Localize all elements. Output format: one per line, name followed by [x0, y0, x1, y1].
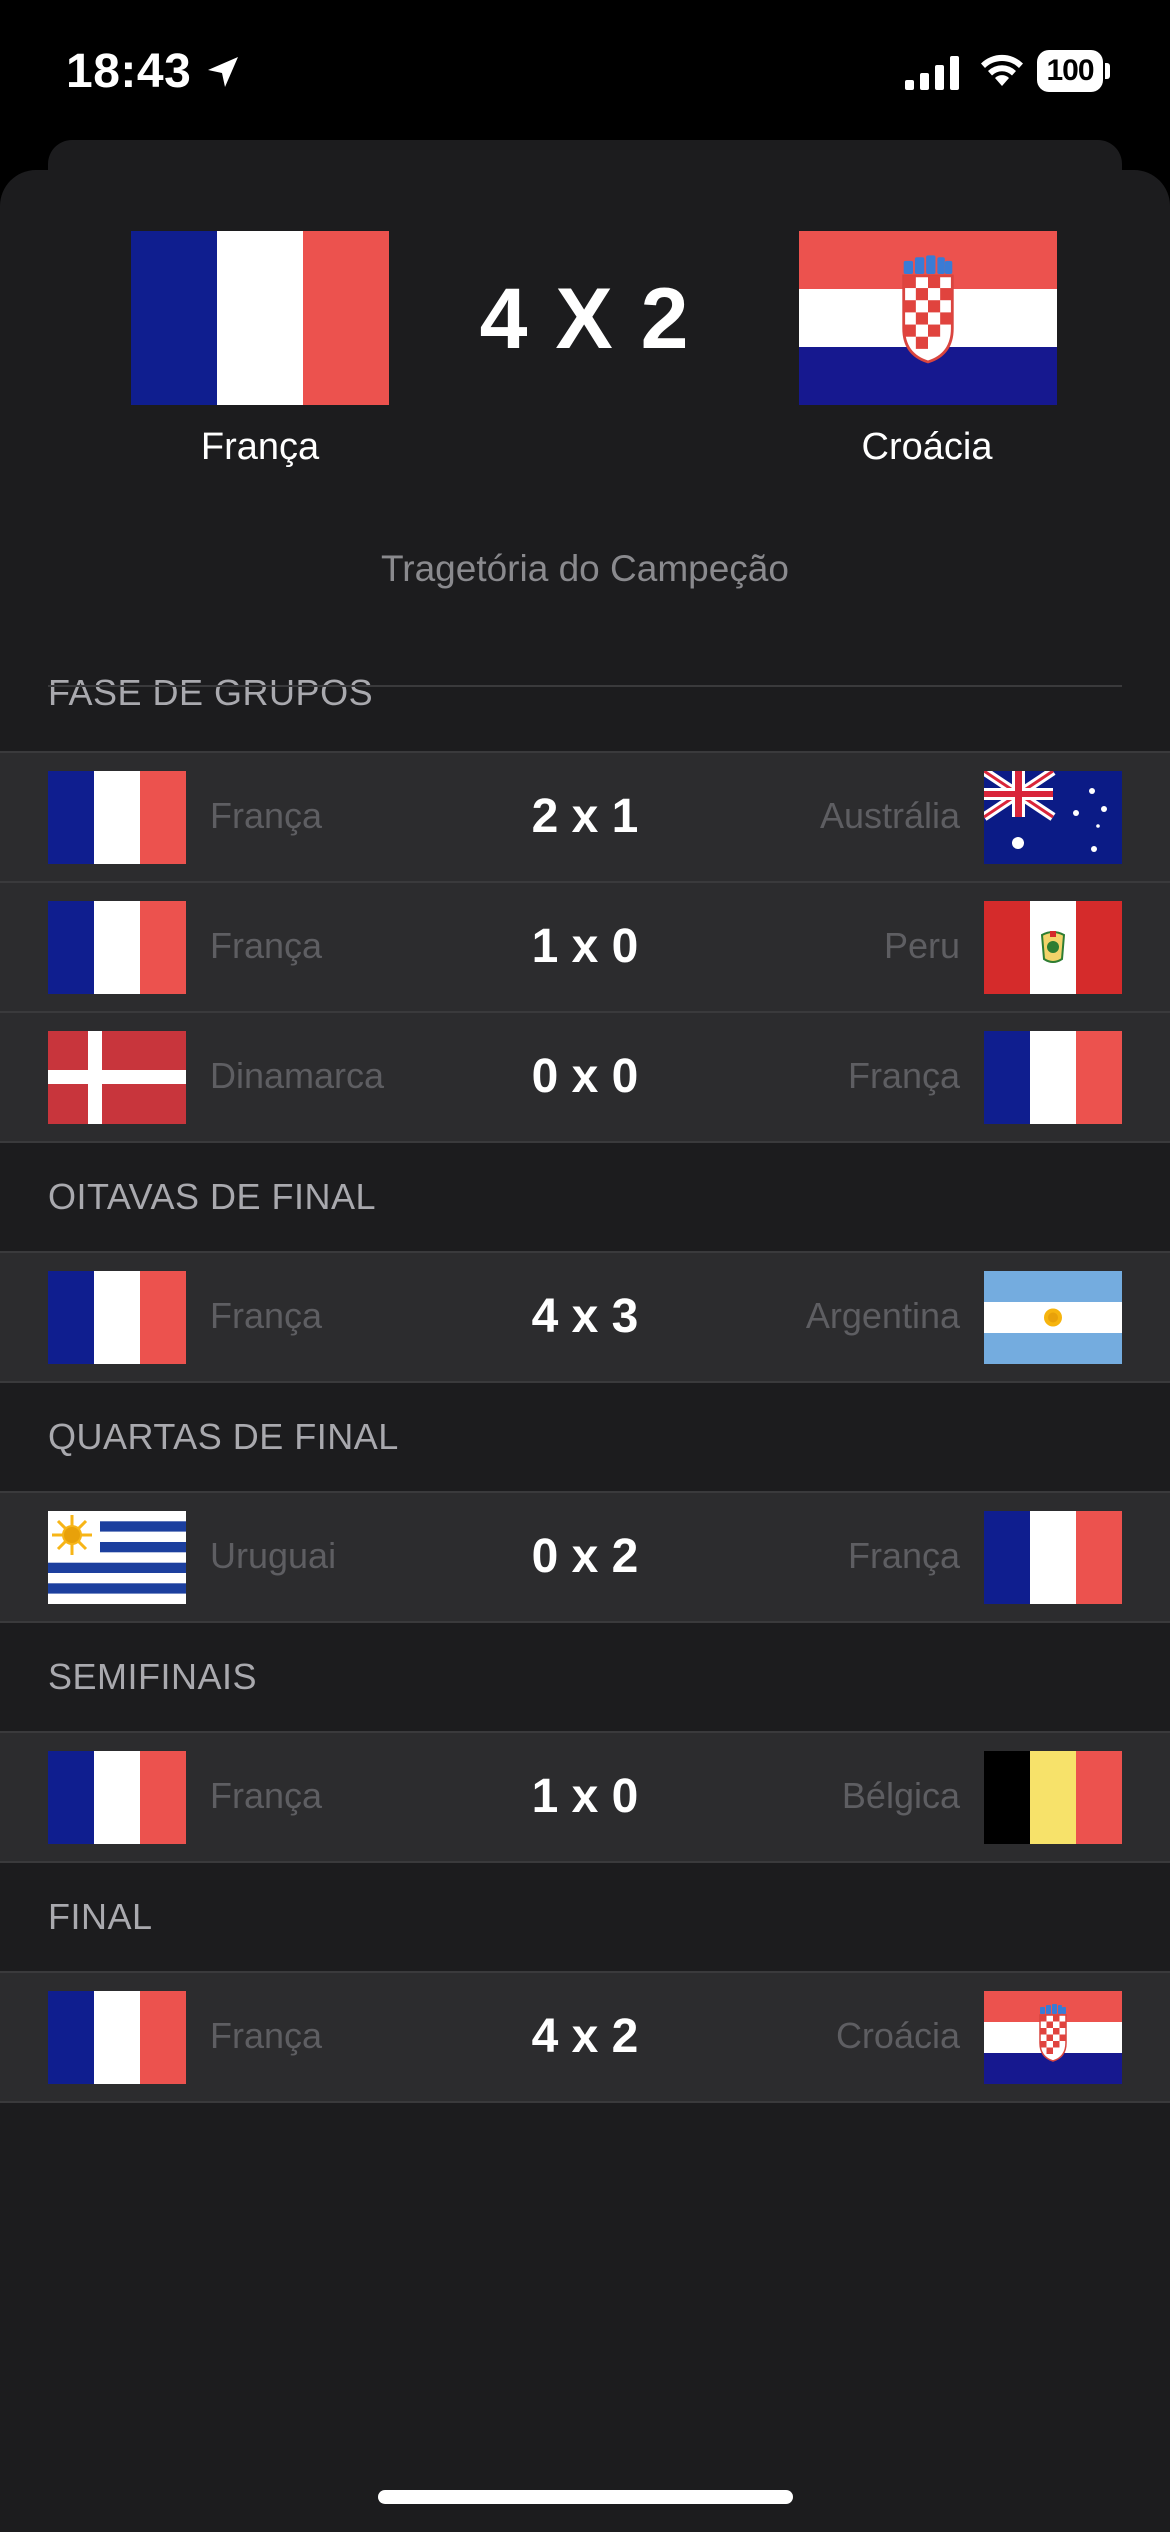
match-score: 0 x 0	[531, 1050, 639, 1103]
status-bar: 18:43 100	[0, 0, 1170, 140]
stage-title: OITAVAS DE FINAL	[48, 1176, 377, 1217]
cellular-signal-icon	[905, 56, 959, 90]
peru-flag	[984, 901, 1122, 994]
final-score: 4 X 2	[479, 271, 691, 367]
away-team: Austrália	[819, 795, 960, 836]
away-team-name: Croácia	[861, 426, 993, 468]
france-flag	[131, 231, 389, 405]
match-score: 4 x 2	[531, 2010, 639, 2063]
location-arrow-icon	[208, 57, 238, 87]
match-row[interactable]: Uruguai 0 x 2 França	[0, 1491, 1170, 1623]
stage-section: OITAVAS DE FINAL França 4 x 3 Argentina	[0, 1143, 1170, 1383]
wifi-icon	[981, 54, 1023, 86]
uruguay-flag	[48, 1511, 186, 1604]
home-team: França	[210, 925, 323, 966]
home-indicator[interactable]	[378, 2490, 793, 2504]
stage-section: QUARTAS DE FINAL Uruguai 0 x 2 França	[0, 1383, 1170, 1623]
stage-title: QUARTAS DE FINAL	[48, 1416, 399, 1457]
stages-list: FASE DE GRUPOS França 2 x 1 Austrália Fr…	[0, 673, 1170, 2103]
france-flag	[48, 1271, 186, 1364]
argentina-flag	[984, 1271, 1122, 1364]
croatia-flag	[984, 1991, 1122, 2084]
away-team: Argentina	[805, 1295, 960, 1336]
match-score: 0 x 2	[531, 1530, 639, 1583]
away-team: França	[847, 1055, 960, 1096]
battery-level: 100	[1037, 50, 1103, 92]
match-row[interactable]: França 4 x 2 Croácia	[0, 1971, 1170, 2103]
croatia-flag	[799, 231, 1057, 405]
match-score: 1 x 0	[531, 1770, 639, 1823]
match-row[interactable]: França 4 x 3 Argentina	[0, 1251, 1170, 1383]
home-team: Uruguai	[210, 1535, 337, 1576]
champion-path-title: Tragetória do Campeção	[381, 548, 789, 589]
status-time: 18:43	[66, 45, 192, 98]
home-team: Dinamarca	[210, 1055, 385, 1096]
france-flag	[48, 771, 186, 864]
france-flag	[984, 1511, 1122, 1604]
match-score: 1 x 0	[531, 920, 639, 973]
stage-section: SEMIFINAIS França 1 x 0 Bélgica	[0, 1623, 1170, 1863]
final-match-header: 4 X 2 França Croácia Tragetória do Campe…	[0, 170, 1170, 690]
home-team: França	[210, 1295, 323, 1336]
australia-flag	[984, 771, 1122, 864]
stage-title: FINAL	[48, 1896, 153, 1937]
match-row[interactable]: França 2 x 1 Austrália	[0, 751, 1170, 883]
match-row[interactable]: Dinamarca 0 x 0 França	[0, 1013, 1170, 1143]
home-team-name: França	[200, 426, 320, 468]
stage-title: SEMIFINAIS	[48, 1656, 258, 1697]
match-row[interactable]: França 1 x 0 Peru	[0, 883, 1170, 1013]
france-flag	[48, 901, 186, 994]
home-team: França	[210, 1775, 323, 1816]
away-team: França	[847, 1535, 960, 1576]
france-flag	[48, 1991, 186, 2084]
home-team: França	[210, 795, 323, 836]
stage-section: FINAL França 4 x 2 Croácia	[0, 1863, 1170, 2103]
france-flag	[48, 1751, 186, 1844]
divider	[48, 685, 1122, 687]
match-detail-sheet: 4 X 2 França Croácia Tragetória do Campe…	[0, 170, 1170, 2532]
away-team: Croácia	[835, 2015, 960, 2056]
battery-icon: 100	[1037, 50, 1111, 92]
stage-section: FASE DE GRUPOS França 2 x 1 Austrália Fr…	[0, 673, 1170, 1143]
match-score: 2 x 1	[531, 790, 639, 843]
match-score: 4 x 3	[531, 1290, 639, 1343]
match-row[interactable]: França 1 x 0 Bélgica	[0, 1731, 1170, 1863]
belgium-flag	[984, 1751, 1122, 1844]
away-team: Peru	[883, 925, 960, 966]
france-flag	[984, 1031, 1122, 1124]
away-team: Bélgica	[841, 1775, 960, 1816]
home-team: França	[210, 2015, 323, 2056]
denmark-flag	[48, 1031, 186, 1124]
